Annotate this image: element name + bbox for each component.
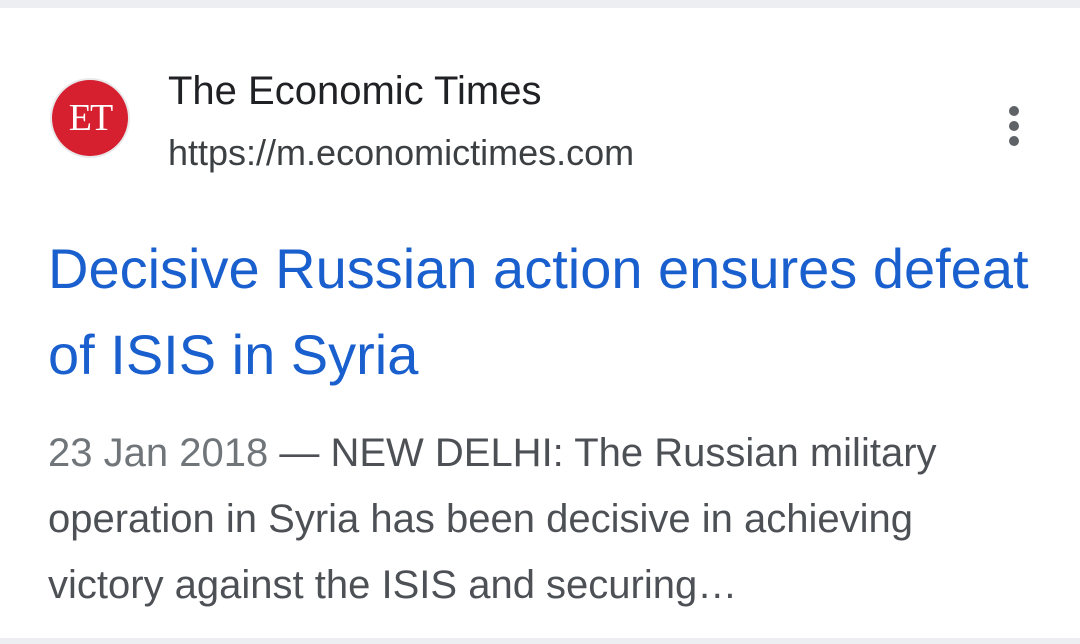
snippet-date: 23 Jan 2018 xyxy=(48,431,269,475)
result-source[interactable]: ET The Economic Times https://m.economic… xyxy=(48,68,1048,188)
top-divider xyxy=(0,0,1080,8)
result-snippet: 23 Jan 2018 — NEW DELHI: The Russian mil… xyxy=(48,420,1038,618)
source-url: https://m.economictimes.com xyxy=(168,132,635,173)
snippet-separator: — xyxy=(268,431,331,475)
bottom-divider xyxy=(0,638,1080,644)
more-vert-icon xyxy=(1009,106,1019,116)
result-title-link[interactable]: Decisive Russian action ensures defeat o… xyxy=(48,226,1038,398)
source-name: The Economic Times xyxy=(168,69,542,113)
more-vert-icon xyxy=(1009,121,1019,131)
more-options-button[interactable] xyxy=(990,98,1038,154)
site-favicon: ET xyxy=(50,78,130,158)
search-result-card: ET The Economic Times https://m.economic… xyxy=(0,8,1080,638)
more-vert-icon xyxy=(1009,136,1019,146)
favicon-logo: ET xyxy=(52,80,128,156)
